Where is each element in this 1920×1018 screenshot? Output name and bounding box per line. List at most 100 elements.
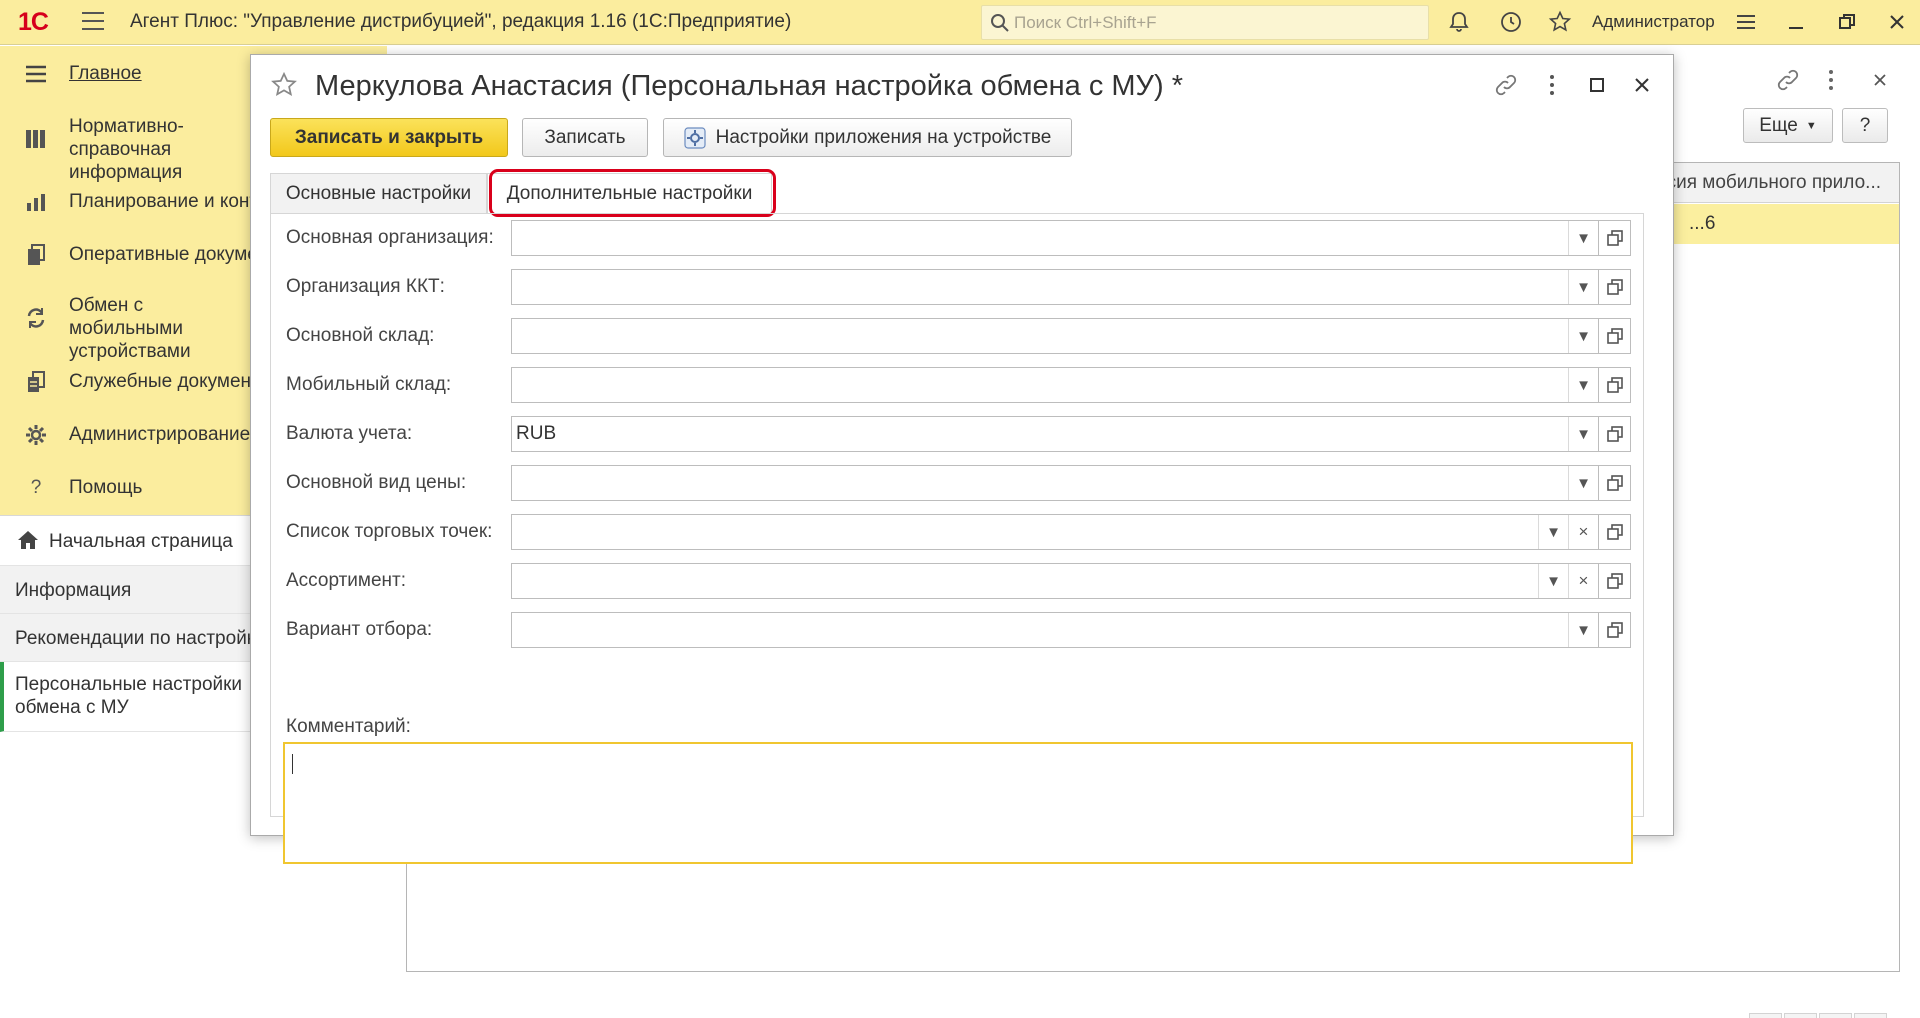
documents-icon <box>24 243 48 267</box>
dropdown-arrow-icon[interactable]: ▼ <box>1568 466 1598 500</box>
field-label: Валюта учета: <box>286 423 413 444</box>
text-caret <box>292 754 293 774</box>
field-label: Основной склад: <box>286 325 435 346</box>
comment-field[interactable] <box>283 742 1633 864</box>
dropdown-arrow-icon[interactable]: ▼ <box>1538 515 1568 549</box>
dropdown-arrow-icon[interactable]: ▼ <box>1538 564 1568 598</box>
device-gear-icon <box>684 126 706 149</box>
main-warehouse-field[interactable]: ▼ <box>511 318 1599 354</box>
dialog-title: Меркулова Анастасия (Персональная настро… <box>315 70 1183 102</box>
dropdown-arrow-icon[interactable]: ▼ <box>1568 270 1598 304</box>
open-form-icon[interactable] <box>1599 465 1631 501</box>
kkt-org-field[interactable]: ▼ <box>511 269 1599 305</box>
price-type-field[interactable]: ▼ <box>511 465 1599 501</box>
field-row-main-warehouse: Основной склад: ▼ <box>271 318 1643 354</box>
open-form-icon[interactable] <box>1599 563 1631 599</box>
main-org-field[interactable]: ▼ <box>511 220 1599 256</box>
open-form-icon[interactable] <box>1599 269 1631 305</box>
favorite-star-icon[interactable] <box>270 71 298 99</box>
main-warehouse-input[interactable] <box>516 323 1556 349</box>
minimize-icon[interactable] <box>1782 8 1810 36</box>
field-label: Вариант отбора: <box>286 619 433 640</box>
more-vertical-icon[interactable] <box>1817 66 1845 94</box>
dropdown-arrow-icon[interactable]: ▼ <box>1568 417 1598 451</box>
app-logo[interactable]: 1С <box>18 8 49 37</box>
dropdown-arrow-icon[interactable]: ▼ <box>1568 613 1598 647</box>
clear-icon[interactable]: × <box>1568 515 1598 549</box>
open-form-icon[interactable] <box>1599 367 1631 403</box>
search-icon <box>991 14 1009 32</box>
more-vertical-icon[interactable] <box>1538 71 1566 99</box>
field-label: Основной вид цены: <box>286 472 467 493</box>
device-settings-label: Настройки приложения на устройстве <box>715 126 1052 148</box>
open-form-icon[interactable] <box>1599 220 1631 256</box>
open-form-icon[interactable] <box>1599 416 1631 452</box>
device-settings-button[interactable]: Настройки приложения на устройстве <box>663 118 1072 157</box>
sidebar-item-label: Администрирование <box>69 424 251 445</box>
sidebar-item-label: Служебные документы <box>69 371 253 392</box>
assortment-input[interactable] <box>516 568 1526 594</box>
main-menu-icon[interactable] <box>82 12 104 30</box>
favorites-star-icon[interactable] <box>1546 8 1574 36</box>
save-button[interactable]: Записать <box>522 118 648 157</box>
dropdown-arrow-icon[interactable]: ▼ <box>1568 368 1598 402</box>
maximize-icon[interactable] <box>1583 71 1611 99</box>
more-button[interactable]: Еще ▼ <box>1743 108 1833 143</box>
tab-additional-settings[interactable]: Дополнительные настройки <box>487 173 772 214</box>
app-title: Агент Плюс: "Управление дистрибуцией", р… <box>130 11 792 32</box>
field-row-assortment: Ассортимент: ▼ × <box>271 563 1643 599</box>
open-form-icon[interactable] <box>1599 612 1631 648</box>
sidebar-item-label: Обмен с мобильными устройствами <box>69 295 191 362</box>
field-row-outlets-list: Список торговых точек: ▼ × <box>271 514 1643 550</box>
close-window-icon[interactable] <box>1866 66 1894 94</box>
field-label: Основная организация: <box>286 227 494 248</box>
mobile-warehouse-input[interactable] <box>516 372 1556 398</box>
open-form-icon[interactable] <box>1599 318 1631 354</box>
settings-lines-icon[interactable] <box>1732 8 1760 36</box>
filter-variant-field[interactable]: ▼ <box>511 612 1599 648</box>
scroll-first-icon[interactable] <box>1749 1013 1782 1018</box>
global-search[interactable] <box>981 5 1429 40</box>
scroll-down-icon[interactable] <box>1819 1013 1852 1018</box>
open-form-icon[interactable] <box>1599 514 1631 550</box>
kkt-org-input[interactable] <box>516 274 1556 300</box>
link-icon[interactable] <box>1492 71 1520 99</box>
sidebar-item-label: Планирование и контроль <box>69 191 253 212</box>
help-button[interactable]: ? <box>1842 108 1888 143</box>
search-input[interactable] <box>1014 10 1414 35</box>
link-icon[interactable] <box>1774 66 1802 94</box>
save-and-close-button[interactable]: Записать и закрыть <box>270 118 508 157</box>
close-dialog-icon[interactable] <box>1628 71 1656 99</box>
currency-field[interactable]: ▼ <box>511 416 1599 452</box>
scroll-up-icon[interactable] <box>1784 1013 1817 1018</box>
sidebar-item-label: Оперативные документы <box>69 244 253 265</box>
comment-textarea[interactable] <box>285 744 1631 862</box>
filter-variant-input[interactable] <box>516 617 1556 643</box>
open-window-label: Персональные настройки обмена с МУ <box>15 674 243 718</box>
tab-main-settings[interactable]: Основные настройки <box>270 173 487 214</box>
scroll-last-icon[interactable] <box>1854 1013 1887 1018</box>
user-name[interactable]: Администратор <box>1592 12 1715 32</box>
bar-chart-icon <box>24 190 48 214</box>
outlets-list-field[interactable]: ▼ × <box>511 514 1599 550</box>
close-app-icon[interactable] <box>1883 8 1911 36</box>
dropdown-arrow-icon[interactable]: ▼ <box>1568 221 1598 255</box>
field-row-currency: Валюта учета: ▼ <box>271 416 1643 452</box>
bell-icon[interactable] <box>1445 8 1473 36</box>
field-row-filter-variant: Вариант отбора: ▼ <box>271 612 1643 648</box>
field-row-main-org: Основная организация: ▼ <box>271 220 1643 256</box>
more-button-label: Еще <box>1759 114 1798 136</box>
service-docs-icon <box>24 370 48 394</box>
history-icon[interactable] <box>1497 8 1525 36</box>
clear-icon[interactable]: × <box>1568 564 1598 598</box>
dropdown-arrow-icon[interactable]: ▼ <box>1568 319 1598 353</box>
outlets-list-input[interactable] <box>516 519 1526 545</box>
price-type-input[interactable] <box>516 470 1556 496</box>
field-label: Мобильный склад: <box>286 374 452 395</box>
restore-window-icon[interactable] <box>1833 8 1861 36</box>
currency-input[interactable] <box>516 421 1556 447</box>
mobile-warehouse-field[interactable]: ▼ <box>511 367 1599 403</box>
top-bar: 1С Агент Плюс: "Управление дистрибуцией"… <box>0 0 1920 45</box>
main-org-input[interactable] <box>516 225 1556 251</box>
assortment-field[interactable]: ▼ × <box>511 563 1599 599</box>
